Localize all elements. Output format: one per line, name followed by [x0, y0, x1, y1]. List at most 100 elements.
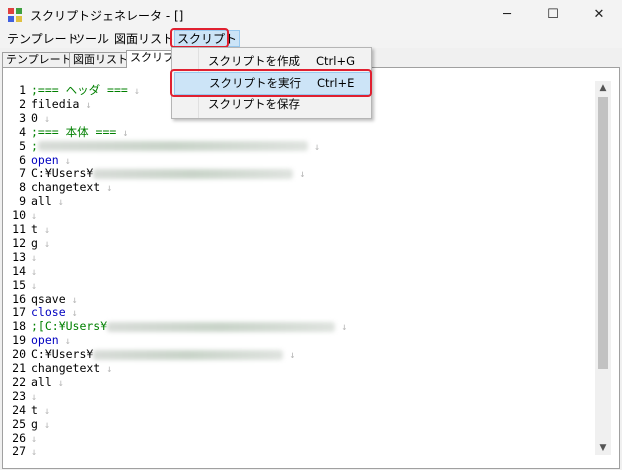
line-end-marker-icon: ↓ [58, 336, 71, 348]
line-number: 24 [12, 402, 26, 417]
line-end-marker-icon: ↓ [100, 183, 113, 195]
code-content: ;=== 本体 === [31, 124, 117, 139]
code-content: close [31, 305, 66, 320]
line-end-marker-icon: ↓ [31, 280, 38, 292]
menu-script-highlight [170, 28, 229, 48]
minimize-button[interactable]: ─ [484, 0, 530, 30]
menu-bar: テンプレート ツール 図面リスト スクリプト [0, 30, 622, 48]
line-number: 9 [19, 194, 26, 209]
redacted-text [93, 349, 284, 360]
code-text: ↓ [31, 444, 37, 455]
redacted-text [37, 141, 308, 152]
line-end-marker-icon: ↓ [37, 405, 50, 417]
line-number: 18 [12, 319, 26, 334]
line-end-marker-icon: ↓ [58, 155, 71, 167]
line-end-marker-icon: ↓ [51, 377, 64, 389]
code-content: g [31, 416, 38, 431]
line-end-marker-icon: ↓ [293, 169, 306, 181]
menu-drawing-list[interactable]: 図面リスト [112, 31, 176, 47]
window-title: スクリプトジェネレータ - [] [30, 9, 184, 23]
redacted-text [93, 168, 294, 179]
line-end-marker-icon: ↓ [31, 447, 38, 455]
code-content: 0 [31, 110, 38, 125]
line-number: 27 [12, 444, 26, 455]
line-end-marker-icon: ↓ [37, 225, 50, 236]
redacted-text [107, 321, 336, 332]
line-number: 8 [19, 180, 26, 195]
code-content: C:¥Users¥ [31, 166, 94, 181]
line-number: 16 [12, 291, 26, 306]
app-icon [8, 8, 22, 22]
line-end-marker-icon: ↓ [31, 266, 38, 278]
line-end-marker-icon: ↓ [127, 86, 140, 97]
run-script-highlight [170, 69, 372, 97]
line-number: 26 [12, 430, 26, 445]
line-end-marker-icon: ↓ [31, 391, 38, 403]
line-end-marker-icon: ↓ [37, 238, 50, 250]
line-end-marker-icon: ↓ [31, 252, 38, 264]
close-button[interactable]: ✕ [576, 0, 622, 30]
scroll-up-icon[interactable]: ▲ [595, 81, 611, 95]
code-content: all [31, 194, 52, 209]
tab-template[interactable]: テンプレート [2, 52, 76, 67]
code-content: changetext [31, 180, 101, 195]
line-end-marker-icon: ↓ [307, 141, 320, 153]
line-number: 19 [12, 333, 26, 348]
line-end-marker-icon: ↓ [65, 294, 78, 306]
code-text: ;[C:¥Users¥ ↓ [31, 319, 347, 335]
code-content: open [31, 333, 59, 348]
code-content: all [31, 374, 52, 389]
line-end-marker-icon: ↓ [65, 308, 78, 320]
code-text: ; ↓ [31, 139, 320, 155]
code-content: ;=== ヘッダ === [31, 83, 128, 97]
line-number: 20 [12, 347, 26, 362]
line-number: 5 [19, 138, 26, 153]
code-content: changetext [31, 361, 101, 375]
line-number: 11 [12, 222, 26, 236]
code-content: t [31, 222, 38, 236]
line-number: 4 [19, 124, 26, 139]
menu-tools[interactable]: ツール [71, 31, 111, 47]
line-end-marker-icon: ↓ [31, 211, 38, 223]
line-end-marker-icon: ↓ [79, 99, 92, 111]
line-number: 13 [12, 249, 26, 264]
line-number: 25 [12, 416, 26, 431]
title-bar: スクリプトジェネレータ - [] ─ ☐ ✕ [0, 0, 622, 30]
line-number: 22 [12, 374, 26, 389]
line-end-marker-icon: ↓ [283, 350, 296, 362]
line-number: 15 [12, 277, 26, 292]
line-number: 17 [12, 305, 26, 320]
line-end-marker-icon: ↓ [37, 419, 50, 431]
line-end-marker-icon: ↓ [100, 364, 113, 375]
code-content: g [31, 235, 38, 250]
code-content: t [31, 402, 38, 417]
line-number: 14 [12, 263, 26, 278]
maximize-button[interactable]: ☐ [530, 0, 576, 30]
code-content: C:¥Users¥ [31, 347, 94, 362]
line-number: 23 [12, 388, 26, 403]
line-end-marker-icon: ↓ [116, 127, 129, 139]
tab-drawing-list[interactable]: 図面リスト [69, 52, 132, 67]
line-number: 7 [19, 166, 26, 181]
menu-template[interactable]: テンプレート [5, 31, 81, 47]
line-number: 1 [19, 83, 26, 97]
line-number: 3 [19, 110, 26, 125]
line-number: 10 [12, 208, 26, 223]
code-content: ;[C:¥Users¥ [31, 319, 108, 334]
code-content: ; [31, 138, 38, 153]
vertical-scrollbar[interactable]: ▲ ▼ [595, 81, 611, 455]
menu-item-save-script[interactable]: スクリプトを保存 [174, 94, 369, 115]
line-number: 21 [12, 361, 26, 375]
scroll-down-icon[interactable]: ▼ [595, 441, 611, 455]
code-content: filedia [31, 96, 80, 111]
line-number: 2 [19, 96, 26, 111]
line-end-marker-icon: ↓ [335, 322, 348, 334]
menu-item-label: スクリプトを保存 [208, 97, 300, 111]
script-editor[interactable]: 1 ;=== ヘッダ === ↓ 2 filedia ↓ 3 0 ↓ 4 ;=== 本体 ==… [12, 81, 594, 455]
line-end-marker-icon: ↓ [51, 197, 64, 209]
line-number: 12 [12, 235, 26, 250]
scrollbar-thumb[interactable] [598, 97, 608, 369]
line-end-marker-icon: ↓ [31, 433, 38, 445]
code-content: qsave [31, 291, 66, 306]
line-end-marker-icon: ↓ [37, 113, 50, 125]
